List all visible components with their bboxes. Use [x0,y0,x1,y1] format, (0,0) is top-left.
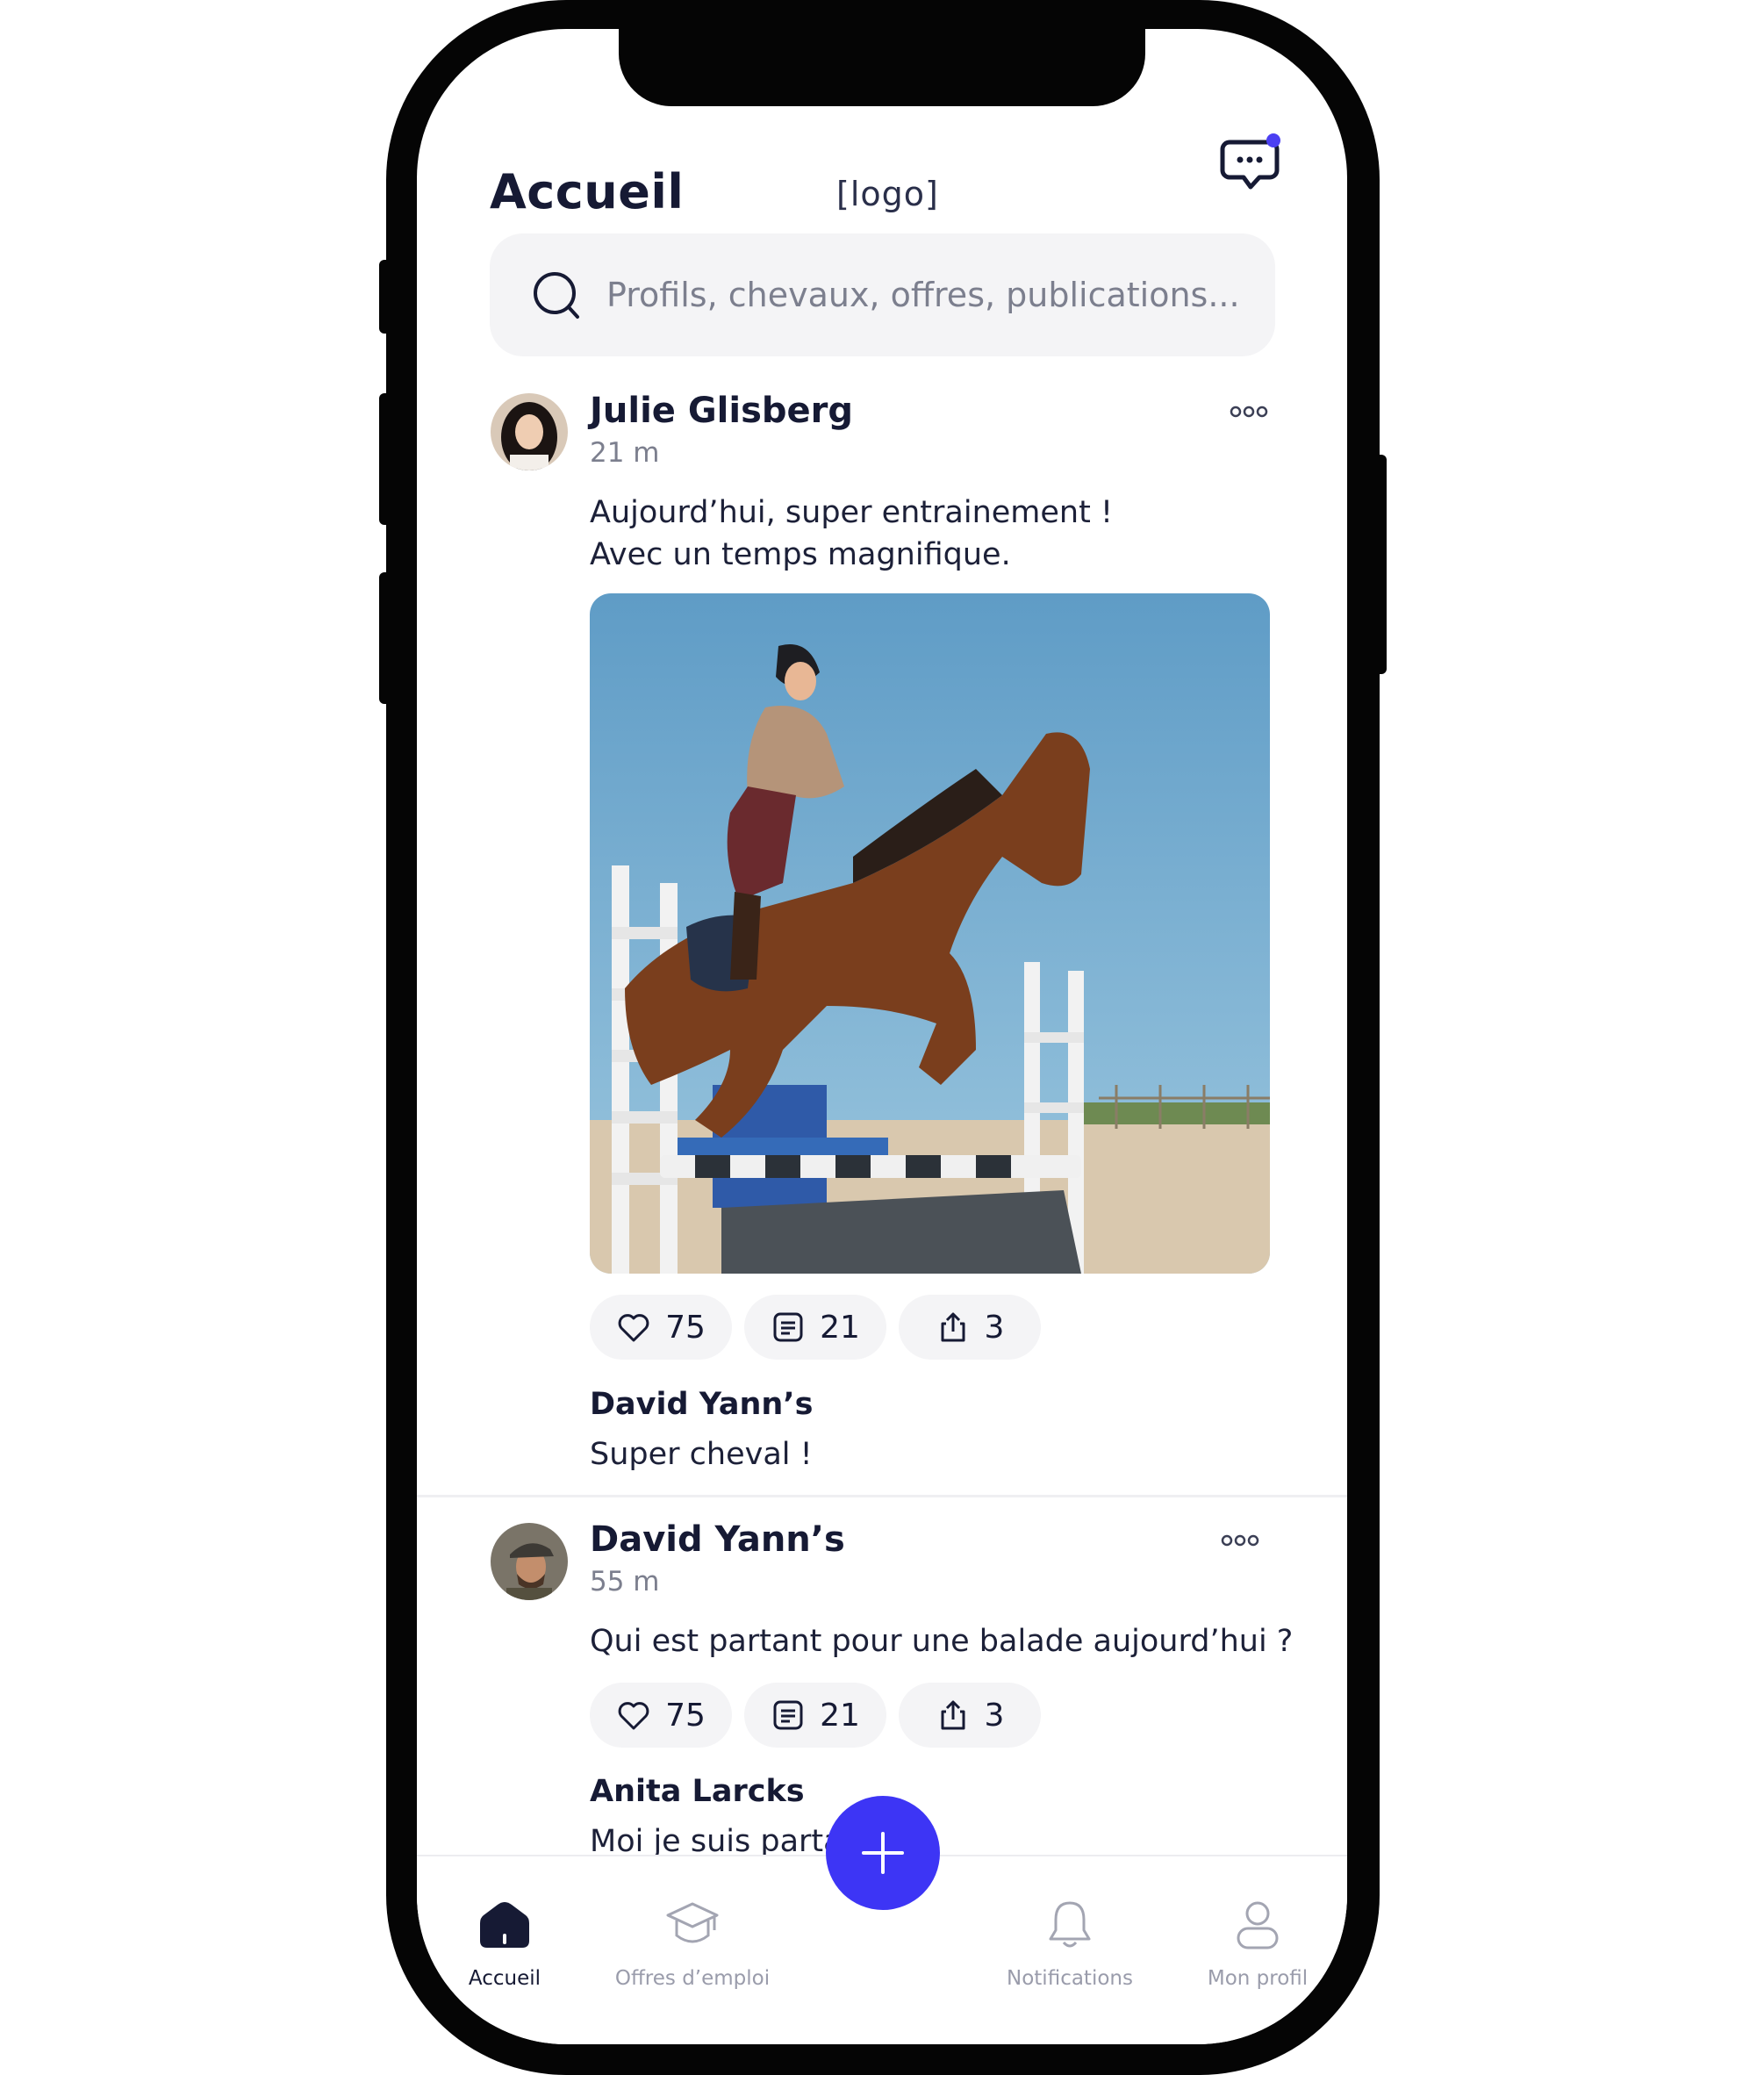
comment-count: 21 [820,1309,860,1346]
comment-author[interactable]: Anita Larcks [590,1774,805,1809]
logo-placeholder: [logo] [836,175,939,213]
chat-button[interactable] [1219,132,1285,197]
more-options-button[interactable] [1221,1532,1259,1549]
avatar[interactable] [491,1523,568,1600]
comment-count: 21 [820,1697,860,1734]
search-icon [532,270,583,321]
post-text-line: Aujourd’hui, super entrainement ! [590,495,1113,530]
heart-icon [616,1698,651,1733]
nav-label: Mon profil [1207,1967,1309,1990]
post-photo[interactable] [590,593,1270,1274]
nav-item-offres[interactable]: Offres d’emploi [605,1856,780,1997]
share-count: 3 [984,1309,1005,1346]
nav-item-accueil[interactable]: Accueil [417,1856,592,1997]
nav-label: Accueil [468,1967,541,1990]
post-author[interactable]: David Yann’s [590,1519,845,1560]
graduation-cap-icon [666,1899,719,1951]
nav-label: Notifications [1007,1967,1133,1990]
nav-item-profil[interactable]: Mon profil [1170,1856,1345,1997]
plus-icon [862,1832,904,1874]
comment-button[interactable]: 21 [744,1295,886,1360]
post-text-line: Avec un temps magnifique. [590,537,1011,572]
more-dots-icon [1230,406,1268,418]
search-bar[interactable]: Profils, chevaux, offres, publications..… [490,233,1275,356]
share-button[interactable]: 3 [899,1295,1041,1360]
share-count: 3 [984,1697,1005,1734]
comment-author[interactable]: David Yann’s [590,1387,813,1422]
more-options-button[interactable] [1230,403,1268,420]
share-icon [936,1310,971,1345]
post-divider [417,1495,1347,1497]
home-icon [478,1899,531,1951]
chat-bubble-icon [1220,133,1280,190]
page-title: Accueil [490,164,685,219]
heart-icon [616,1310,651,1345]
app-header: Accueil [logo] [490,133,1280,238]
post-text-line: Qui est partant pour une balade aujourd’… [590,1624,1294,1659]
comment-button[interactable]: 21 [744,1683,886,1748]
comment-icon [771,1310,806,1345]
bell-icon [1043,1899,1096,1951]
nav-item-notifications[interactable]: Notifications [982,1856,1158,1997]
search-placeholder: Profils, chevaux, offres, publications..… [606,276,1240,314]
phone-screen: Accueil [logo] Profils, chevaux, offres,… [417,29,1347,2044]
post-time: 55 m [590,1566,660,1598]
like-button[interactable]: 75 [590,1295,732,1360]
user-icon [1231,1899,1284,1951]
like-count: 75 [665,1697,706,1734]
post-time: 21 m [590,437,660,469]
post-author[interactable]: Julie Glisberg [590,391,853,431]
comment-icon [771,1698,806,1733]
share-icon [936,1698,971,1733]
more-dots-icon [1221,1534,1259,1547]
like-count: 75 [665,1309,706,1346]
like-button[interactable]: 75 [590,1683,732,1748]
create-post-button[interactable] [826,1796,940,1910]
avatar[interactable] [491,393,568,470]
nav-label: Offres d’emploi [614,1967,771,1990]
share-button[interactable]: 3 [899,1683,1041,1748]
phone-notch [619,29,1145,106]
comment-text: Super cheval ! [590,1437,813,1472]
